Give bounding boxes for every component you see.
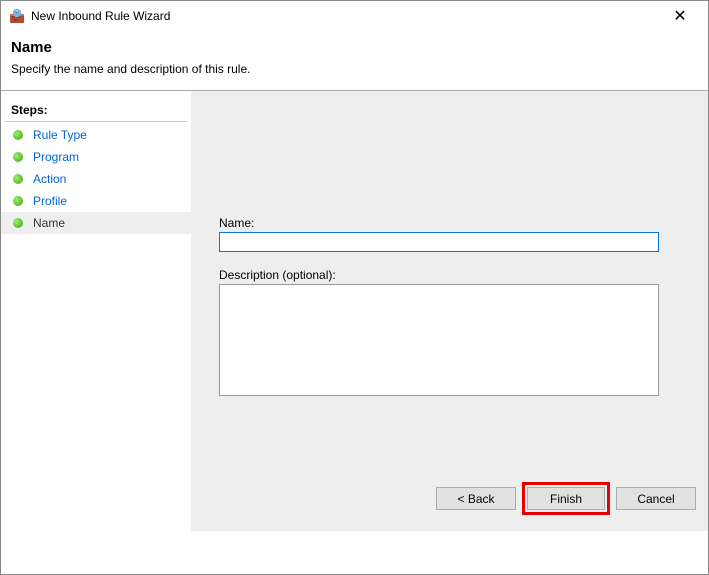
close-button[interactable]: ✕: [660, 6, 700, 26]
window-titlebar: New Inbound Rule Wizard ✕: [1, 1, 708, 31]
cancel-button[interactable]: Cancel: [616, 487, 696, 510]
back-button[interactable]: < Back: [436, 487, 516, 510]
finish-button[interactable]: Finish: [527, 487, 605, 510]
window-title: New Inbound Rule Wizard: [31, 9, 660, 23]
name-input[interactable]: [219, 232, 659, 252]
steps-sidebar: Steps: Rule Type Program Action Profile …: [1, 91, 191, 531]
finish-highlight: Finish: [522, 482, 610, 515]
step-label: Name: [33, 216, 65, 230]
step-action[interactable]: Action: [1, 168, 191, 190]
step-label: Action: [33, 172, 66, 186]
bullet-icon: [13, 152, 23, 162]
step-rule-type[interactable]: Rule Type: [1, 124, 191, 146]
name-label: Name:: [219, 216, 688, 230]
page-title: Name: [11, 39, 698, 56]
bullet-icon: [13, 218, 23, 228]
description-label: Description (optional):: [219, 268, 688, 282]
bullet-icon: [13, 196, 23, 206]
description-input[interactable]: [219, 284, 659, 396]
step-label: Profile: [33, 194, 67, 208]
step-label: Rule Type: [33, 128, 87, 142]
bullet-icon: [13, 174, 23, 184]
step-program[interactable]: Program: [1, 146, 191, 168]
step-name[interactable]: Name: [1, 212, 191, 234]
step-label: Program: [33, 150, 79, 164]
bullet-icon: [13, 130, 23, 140]
firewall-icon: [9, 8, 25, 24]
step-profile[interactable]: Profile: [1, 190, 191, 212]
page-subtitle: Specify the name and description of this…: [11, 62, 698, 76]
wizard-header: Name Specify the name and description of…: [1, 31, 708, 91]
wizard-main-panel: Name: Description (optional): < Back Fin…: [191, 91, 708, 531]
steps-heading: Steps:: [5, 101, 187, 122]
wizard-button-row: < Back Finish Cancel: [436, 482, 696, 515]
